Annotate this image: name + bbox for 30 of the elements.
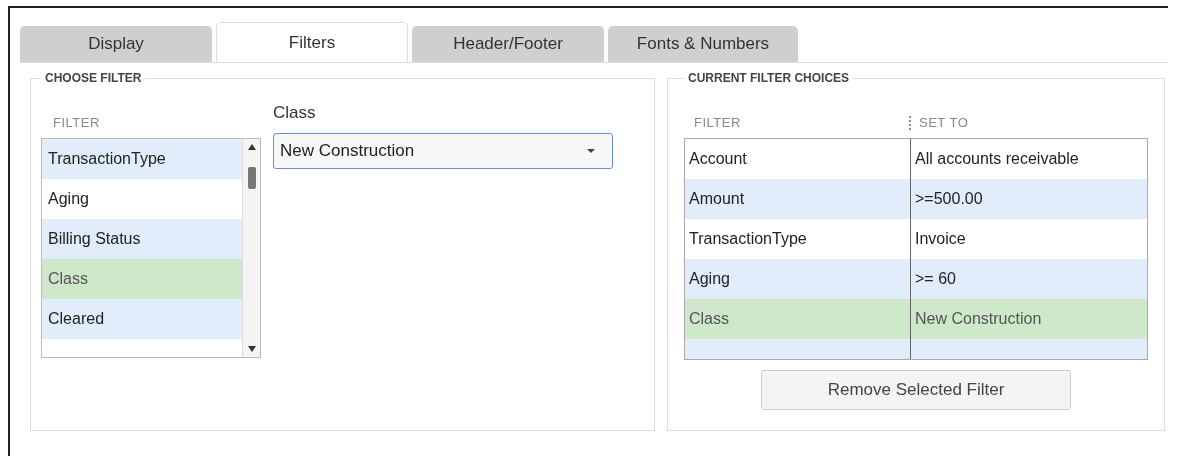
scroll-down-icon[interactable]: [246, 345, 257, 353]
table-row[interactable]: Class New Construction: [685, 299, 1147, 339]
tab[interactable]: Filters: [216, 22, 408, 62]
panel-title: CURRENT FILTER CHOICES: [687, 71, 851, 85]
table-cell-text: >=500.00: [914, 189, 983, 209]
class-dropdown[interactable]: New Construction: [273, 133, 613, 169]
filter-list-item[interactable]: TransactionType: [42, 139, 242, 179]
field-label: Class: [273, 103, 317, 123]
tab[interactable]: Fonts & Numbers: [608, 26, 798, 62]
column-header: FILTER: [694, 115, 742, 130]
table-row[interactable]: Aging >= 60: [685, 259, 1147, 299]
table-row[interactable]: Amount >=500.00: [685, 179, 1147, 219]
filter-list-item[interactable]: Class: [42, 259, 242, 299]
panel-title: CHOOSE FILTER: [44, 71, 143, 85]
tab[interactable]: Header/Footer: [412, 26, 604, 62]
column-header: SET TO: [919, 115, 969, 130]
column-divider-icon: [909, 115, 913, 130]
scroll-up-icon[interactable]: [246, 143, 257, 151]
caret-icon: [586, 148, 596, 154]
column-header: FILTER: [52, 114, 101, 132]
filter-list-item[interactable]: Billing Status: [42, 219, 242, 259]
table-cell-text: All accounts receivable: [914, 149, 1079, 169]
scroll-thumb[interactable]: [247, 167, 256, 189]
tab[interactable]: Display: [20, 26, 212, 62]
filter-list-item[interactable]: Cleared: [42, 299, 242, 339]
table-cell-text: >= 60: [914, 269, 956, 289]
table-cell-text: Invoice: [914, 229, 966, 249]
scrollbar[interactable]: [242, 139, 260, 357]
remove-filter-button[interactable]: Remove Selected Filter: [761, 370, 1071, 410]
table-cell-text: New Construction: [914, 309, 1042, 329]
